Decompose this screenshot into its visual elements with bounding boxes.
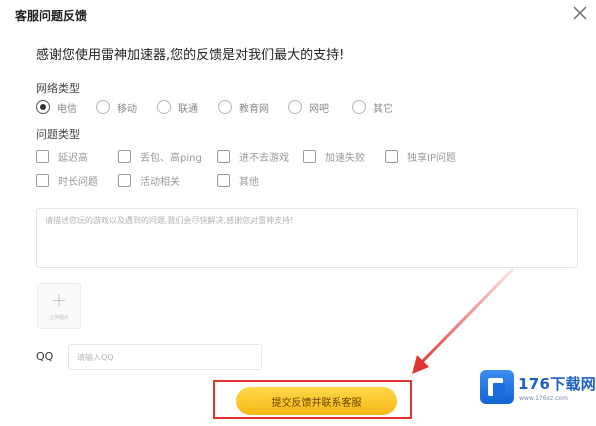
checkbox-activity[interactable]: 活动相关 xyxy=(118,172,180,188)
checkbox-box xyxy=(118,173,131,187)
close-icon[interactable] xyxy=(571,4,589,22)
radio-netcafe[interactable]: 网吧 xyxy=(288,98,329,116)
radio-label: 联通 xyxy=(178,103,198,115)
checkbox-label: 独享IP问题 xyxy=(407,152,456,164)
checkbox-box xyxy=(385,149,398,163)
radio-unicom[interactable]: 联通 xyxy=(157,98,198,116)
feedback-textarea[interactable] xyxy=(36,208,578,268)
checkbox-box xyxy=(36,149,49,163)
checkbox-label: 其他 xyxy=(239,176,259,188)
checkbox-label: 时长问题 xyxy=(58,176,98,188)
dialog-title: 客服问题反馈 xyxy=(15,9,88,23)
checkbox-label: 加速失败 xyxy=(325,152,365,164)
radio-telecom[interactable]: 电信 xyxy=(36,98,77,116)
network-type-label: 网络类型 xyxy=(36,82,80,95)
radio-label: 网吧 xyxy=(309,103,329,115)
radio-label: 电信 xyxy=(57,103,77,115)
feedback-dialog: 客服问题反馈 感谢您使用雷神加速器,您的反馈是对我们最大的支持! 网络类型 电信… xyxy=(0,0,596,426)
checkbox-label: 丢包、高ping xyxy=(140,152,202,164)
radio-mobile[interactable]: 移动 xyxy=(96,98,137,116)
submit-feedback-button[interactable]: 提交反馈并联系客服 xyxy=(236,387,397,415)
plus-icon: + xyxy=(50,288,68,312)
checkbox-label: 延迟高 xyxy=(58,152,88,164)
watermark: 176下载网 www.176xz.com xyxy=(480,370,596,408)
checkbox-box xyxy=(118,149,131,163)
problem-type-label: 问题类型 xyxy=(36,128,80,141)
radio-label: 教育网 xyxy=(239,103,269,115)
watermark-url: www.176xz.com xyxy=(519,395,568,402)
checkbox-duration[interactable]: 时长问题 xyxy=(36,172,98,188)
watermark-name: 176下载网 xyxy=(518,375,596,393)
checkbox-dedicated-ip[interactable]: 独享IP问题 xyxy=(385,148,456,164)
checkbox-packet-loss[interactable]: 丢包、高ping xyxy=(118,148,202,164)
radio-circle xyxy=(352,100,366,114)
radio-education[interactable]: 教育网 xyxy=(218,98,269,116)
radio-circle xyxy=(96,100,110,114)
radio-circle xyxy=(157,100,171,114)
radio-circle xyxy=(288,100,302,114)
network-type-group: 电信 移动 联通 教育网 网吧 其它 xyxy=(36,98,576,116)
watermark-logo-icon xyxy=(480,370,514,404)
upload-label: 上传图片 xyxy=(48,315,69,321)
qq-input[interactable] xyxy=(68,344,262,370)
checkbox-label: 活动相关 xyxy=(140,176,180,188)
checkbox-box xyxy=(36,173,49,187)
radio-circle xyxy=(218,100,232,114)
upload-image-button[interactable]: + 上传图片 xyxy=(37,283,81,329)
checkbox-box xyxy=(217,173,230,187)
qq-label: QQ xyxy=(36,350,54,363)
checkbox-label: 进不去游戏 xyxy=(239,152,289,164)
checkbox-box xyxy=(217,149,230,163)
radio-other[interactable]: 其它 xyxy=(352,98,393,116)
checkbox-other[interactable]: 其他 xyxy=(217,172,259,188)
thanks-message: 感谢您使用雷神加速器,您的反馈是对我们最大的支持! xyxy=(36,48,345,63)
radio-circle xyxy=(36,100,50,114)
checkbox-acceleration-failed[interactable]: 加速失败 xyxy=(303,148,365,164)
radio-label: 移动 xyxy=(117,103,137,115)
checkbox-high-latency[interactable]: 延迟高 xyxy=(36,148,88,164)
radio-label: 其它 xyxy=(373,103,393,115)
checkbox-cannot-enter-game[interactable]: 进不去游戏 xyxy=(217,148,289,164)
checkbox-box xyxy=(303,149,316,163)
